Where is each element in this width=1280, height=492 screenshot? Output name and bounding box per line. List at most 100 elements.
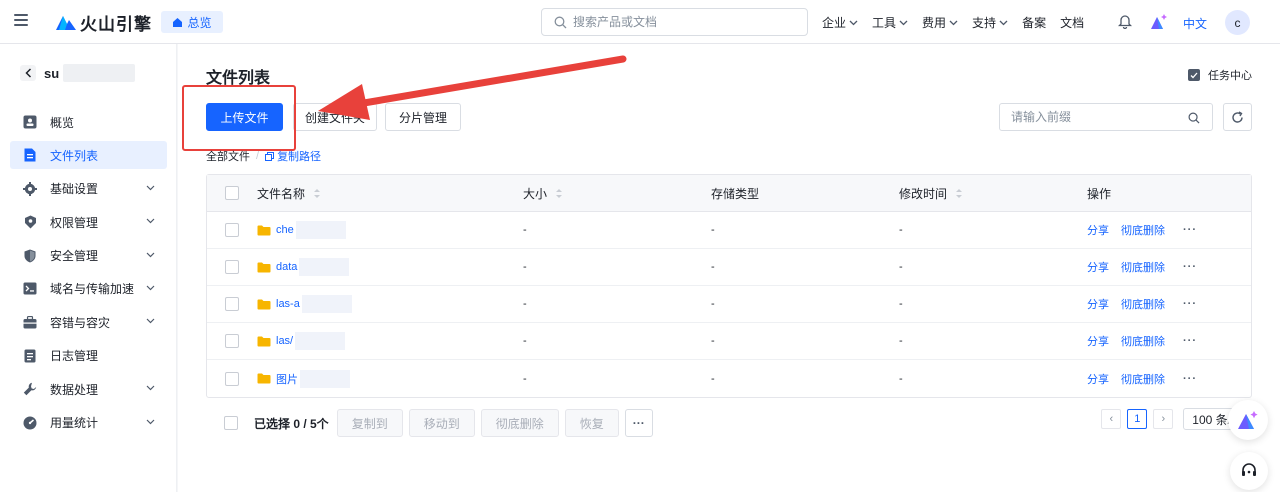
global-search[interactable] (541, 8, 808, 36)
sidebar-item-label: 域名与传输加速 (50, 282, 135, 297)
more-actions-button[interactable]: ··· (624, 409, 653, 437)
row-more-button[interactable]: ··· (1183, 335, 1197, 347)
sidebar-item-file-list[interactable]: 文件列表 (10, 141, 167, 170)
sort-icon[interactable] (955, 188, 963, 199)
share-link[interactable]: 分享 (1087, 259, 1109, 275)
chevron-left-icon (24, 68, 31, 78)
column-header-actions: 操作 (1087, 186, 1112, 201)
sidebar-item-data-processing[interactable]: 数据处理 (10, 375, 167, 403)
delete-link[interactable]: 彻底删除 (1121, 259, 1165, 275)
nav-docs[interactable]: 文档 (1060, 14, 1084, 31)
chevron-down-icon (146, 185, 155, 191)
brand-name: 火山引擎 (80, 14, 152, 34)
menu-icon[interactable] (14, 14, 28, 26)
create-folder-button[interactable]: 创建文件夹 (293, 103, 377, 131)
move-to-button[interactable]: 移动到 (408, 409, 475, 437)
nav-enterprise[interactable]: 企业 (822, 14, 858, 31)
file-name-link[interactable]: 图片 (276, 371, 298, 387)
nav-billing[interactable]: 费用 (922, 14, 958, 31)
sidebar-item-basic-settings[interactable]: 基础设置 (10, 175, 167, 203)
bulk-delete-button[interactable]: 彻底删除 (480, 409, 559, 437)
row-checkbox[interactable] (225, 223, 239, 237)
key-icon (22, 214, 38, 230)
ai-assistant-icon[interactable] (1150, 13, 1168, 30)
delete-link[interactable]: 彻底删除 (1121, 333, 1165, 349)
multipart-management-button[interactable]: 分片管理 (385, 103, 461, 131)
file-name-link[interactable]: che (276, 224, 294, 236)
delete-link[interactable]: 彻底删除 (1121, 371, 1165, 387)
redacted-area (299, 258, 350, 276)
redacted-area (301, 295, 352, 313)
delete-link[interactable]: 彻底删除 (1121, 222, 1165, 238)
bell-icon[interactable] (1118, 14, 1132, 29)
storage-type: - (711, 224, 715, 236)
delete-link[interactable]: 彻底删除 (1121, 296, 1165, 312)
global-search-input[interactable] (573, 15, 793, 29)
column-header-name[interactable]: 文件名称 (257, 185, 523, 202)
storage-type: - (711, 261, 715, 273)
share-link[interactable]: 分享 (1087, 333, 1109, 349)
home-icon (173, 17, 183, 27)
table-row: data - - - 分享 彻底删除 ··· (207, 249, 1251, 286)
file-name-link[interactable]: las-a (276, 298, 300, 310)
sort-icon[interactable] (313, 188, 321, 199)
column-header-modified[interactable]: 修改时间 (899, 185, 1087, 202)
footer-select-all-checkbox[interactable] (224, 416, 238, 430)
nav-tools[interactable]: 工具 (872, 14, 908, 31)
back-button[interactable] (20, 65, 36, 81)
top-bar: 火山引擎 总览 企业 工具 费用 支持 备案 文档 中文 c (0, 0, 1280, 44)
row-checkbox[interactable] (225, 334, 239, 348)
shield-icon (22, 248, 38, 264)
row-checkbox[interactable] (225, 297, 239, 311)
column-header-size[interactable]: 大小 (523, 185, 711, 202)
language-switch[interactable]: 中文 (1183, 15, 1207, 32)
file-size: - (523, 298, 527, 310)
share-link[interactable]: 分享 (1087, 222, 1109, 238)
copy-to-button[interactable]: 复制到 (336, 409, 403, 437)
table-row: las/ - - - 分享 彻底删除 ··· (207, 323, 1251, 360)
copy-path-link[interactable]: 复制路径 (265, 148, 321, 164)
breadcrumb: 全部文件 / 复制路径 (206, 148, 321, 164)
volcano-logo-icon (56, 16, 76, 30)
file-name-link[interactable]: las/ (276, 335, 293, 347)
table-row: 图片 - - - 分享 彻底删除 ··· (207, 360, 1251, 397)
sidebar-item-disaster-recovery[interactable]: 容错与容灾 (10, 308, 167, 336)
sidebar-item-usage-stats[interactable]: 用量统计 (10, 409, 167, 437)
redacted-area (295, 221, 346, 239)
restore-button[interactable]: 恢复 (564, 409, 619, 437)
home-tab[interactable]: 总览 (161, 11, 223, 33)
sidebar-item-domain-acceleration[interactable]: 域名与传输加速 (10, 275, 167, 303)
help-float-button[interactable] (1230, 452, 1268, 490)
sort-icon[interactable] (555, 188, 563, 199)
refresh-button[interactable] (1223, 103, 1252, 131)
page-1-button[interactable]: 1 (1127, 409, 1148, 429)
select-all-checkbox[interactable] (225, 186, 239, 200)
breadcrumb-root[interactable]: 全部文件 (206, 148, 250, 164)
prefix-search[interactable] (999, 103, 1213, 131)
file-name-link[interactable]: data (276, 261, 297, 273)
nav-icp[interactable]: 备案 (1022, 14, 1046, 31)
row-checkbox[interactable] (225, 371, 239, 386)
nav-support[interactable]: 支持 (972, 14, 1008, 31)
row-more-button[interactable]: ··· (1183, 224, 1197, 236)
sidebar-item-overview[interactable]: 概览 (10, 108, 167, 136)
row-more-button[interactable]: ··· (1183, 261, 1197, 273)
prefix-search-input[interactable] (1011, 110, 1181, 124)
row-more-button[interactable]: ··· (1183, 373, 1197, 385)
sidebar-item-security[interactable]: 安全管理 (10, 242, 167, 270)
sidebar-item-permissions[interactable]: 权限管理 (10, 208, 167, 236)
file-size: - (523, 261, 527, 273)
next-page-button[interactable]: › (1153, 409, 1174, 429)
search-icon[interactable] (1188, 112, 1200, 124)
row-more-button[interactable]: ··· (1183, 298, 1197, 310)
ai-assistant-float-button[interactable] (1228, 400, 1268, 440)
share-link[interactable]: 分享 (1087, 296, 1109, 312)
prev-page-button[interactable]: ‹ (1101, 409, 1122, 429)
task-center-button[interactable]: 任务中心 (1188, 67, 1252, 83)
share-link[interactable]: 分享 (1087, 371, 1109, 387)
chevron-down-icon (999, 20, 1008, 25)
avatar[interactable]: c (1225, 10, 1250, 35)
sidebar-item-logs[interactable]: 日志管理 (10, 342, 167, 370)
row-checkbox[interactable] (225, 260, 239, 274)
brand-logo[interactable]: 火山引擎 (56, 11, 152, 34)
